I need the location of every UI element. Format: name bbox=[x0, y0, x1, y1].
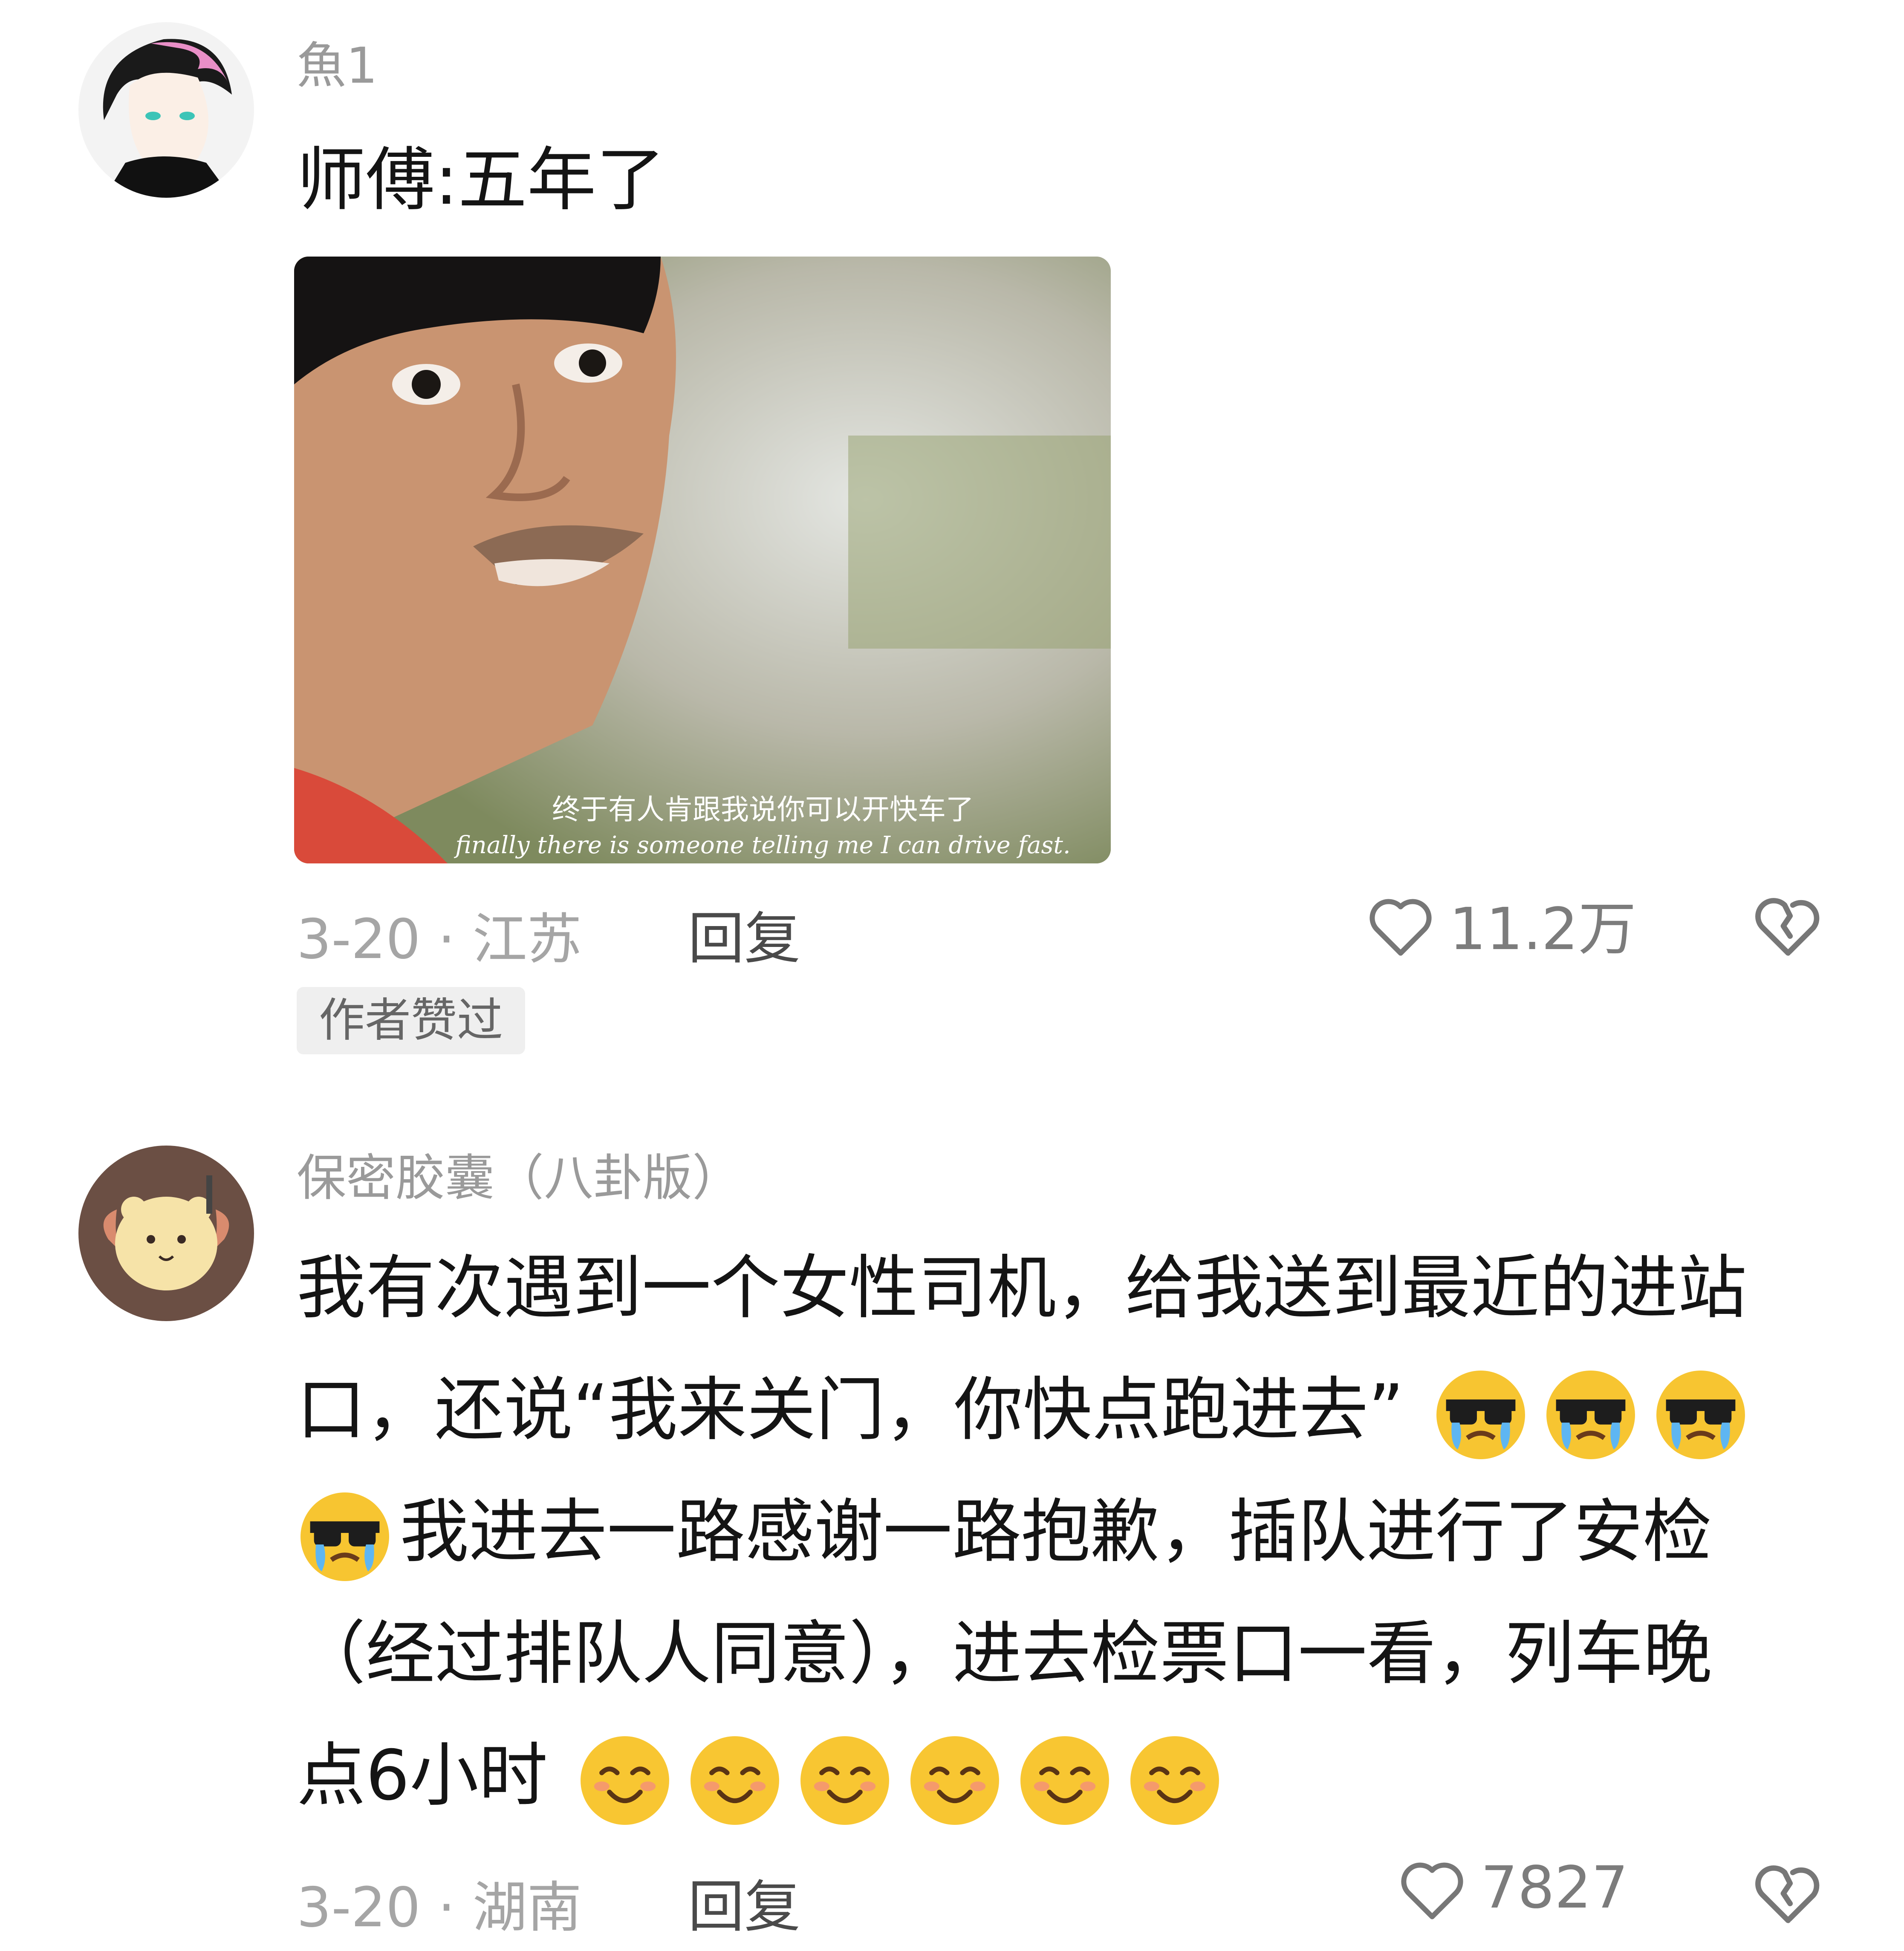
comment-1: 魚1 师傅:五年了 终于有人肯跟我说你可以开快车了 finally there … bbox=[0, 0, 1904, 1054]
text-segment: 口，还说“我来关门，你快点跑进去” bbox=[297, 1370, 1404, 1450]
author-liked-badge: 作者赞过 bbox=[297, 987, 526, 1054]
smile-emoji-icon bbox=[687, 1732, 783, 1829]
broken-heart-icon bbox=[1755, 898, 1820, 956]
reply-button[interactable]: 回复 bbox=[688, 1862, 800, 1943]
sunglasses-crying-emoji-icon bbox=[1653, 1367, 1749, 1463]
sunglasses-crying-emoji-icon bbox=[1543, 1367, 1639, 1463]
sunglasses-crying-emoji-icon bbox=[1433, 1367, 1529, 1463]
comment-image[interactable]: 终于有人肯跟我说你可以开快车了 finally there is someone… bbox=[294, 257, 1111, 863]
comment-text: 我有次遇到一个女性司机，给我送到最近的进站 口，还说“我来关门，你快点跑进去” … bbox=[297, 1227, 1756, 1837]
like-button[interactable]: 11.2万 bbox=[1362, 882, 1636, 966]
smile-emoji-icon bbox=[1127, 1732, 1223, 1829]
like-button[interactable]: 7827 bbox=[1394, 1850, 1628, 1926]
avatar[interactable] bbox=[78, 1146, 254, 1321]
smile-emoji-icon bbox=[577, 1732, 673, 1829]
subtitle-cn: 终于有人肯跟我说你可以开快车了 bbox=[552, 793, 974, 826]
meme-photo: 终于有人肯跟我说你可以开快车了 finally there is someone… bbox=[294, 257, 1111, 863]
username[interactable]: 保密胶囊（八卦版） bbox=[297, 1138, 742, 1209]
like-count: 11.2万 bbox=[1449, 896, 1636, 963]
reply-button[interactable]: 回复 bbox=[688, 893, 800, 975]
dislike-button[interactable] bbox=[1748, 1850, 1829, 1931]
username[interactable]: 魚1 bbox=[297, 26, 378, 97]
dislike-button[interactable] bbox=[1748, 882, 1829, 963]
smile-emoji-icon bbox=[797, 1732, 893, 1829]
sunglasses-crying-emoji-icon bbox=[297, 1489, 393, 1585]
text-line-with-emoji: 我进去一路感谢一路抱歉，插队进行了安检 bbox=[297, 1471, 1756, 1593]
like-count: 7827 bbox=[1481, 1854, 1629, 1922]
comment-text: 师傅:五年了 bbox=[297, 140, 665, 220]
comment-2: 保密胶囊（八卦版） 我有次遇到一个女性司机，给我送到最近的进站 口，还说“我来关… bbox=[0, 1048, 1904, 1951]
text-segment: 点6小时 bbox=[297, 1736, 548, 1816]
text-line: 我有次遇到一个女性司机，给我送到最近的进站 bbox=[297, 1248, 1747, 1328]
subtitle-en: finally there is someone telling me I ca… bbox=[454, 831, 1070, 859]
text-line-with-emoji: 口，还说“我来关门，你快点跑进去” bbox=[297, 1349, 1756, 1471]
heart-outline-icon bbox=[1401, 1862, 1463, 1919]
text-segment: 我进去一路感谢一路抱歉，插队进行了安检 bbox=[400, 1492, 1712, 1572]
text-line-with-emoji: 点6小时 bbox=[297, 1715, 1756, 1837]
date-location: 3-20 · 湖南 bbox=[297, 1876, 582, 1939]
avatar[interactable] bbox=[78, 22, 254, 198]
smile-emoji-icon bbox=[907, 1732, 1003, 1829]
smile-emoji-icon bbox=[1017, 1732, 1113, 1829]
heart-outline-icon bbox=[1369, 899, 1432, 955]
broken-heart-icon bbox=[1755, 1865, 1820, 1923]
date-location: 3-20 · 江苏 bbox=[297, 908, 582, 971]
text-line: （经过排队人同意），进去检票口一看，列车晚 bbox=[297, 1614, 1712, 1694]
